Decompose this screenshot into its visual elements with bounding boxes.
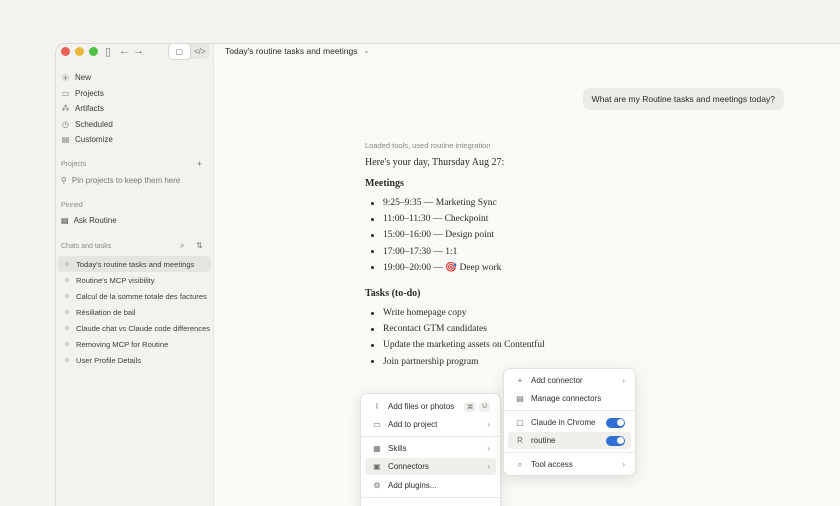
list-item: 9:25–9:35 — Marketing Sync (365, 195, 625, 211)
minimize-window-button[interactable] (75, 47, 84, 56)
chat-mode-icon[interactable]: ▢ (169, 44, 190, 59)
plus-icon: + (61, 72, 70, 83)
list-item: 15:00–16:00 — Design point (365, 227, 625, 243)
chevron-right-icon: › (487, 462, 490, 471)
chat-item[interactable]: User Profile Details (58, 352, 211, 368)
pinned-section-label: Pinned (61, 202, 83, 209)
back-arrow-icon[interactable]: ← (119, 45, 130, 57)
meetings-heading: Meetings (365, 178, 404, 189)
code-mode-icon[interactable]: </> (190, 44, 211, 59)
chevron-down-icon: ⌄ (363, 48, 370, 55)
user-message: What are my Routine tasks and meetings t… (582, 88, 784, 110)
routine-menu-item[interactable]: R routine (508, 432, 631, 449)
mode-switch: ▢ </> (169, 44, 210, 59)
routine-toggle[interactable] (606, 435, 625, 446)
skills-menu-item[interactable]: ▦ Skills › (365, 440, 496, 457)
list-item: 19:00–20:00 — 🎯 Deep work (365, 260, 625, 276)
tool-access-menu-item[interactable]: ⌕ Tool access › (508, 456, 631, 473)
list-item: Write homepage copy (365, 305, 625, 321)
assistant-response: Loaded tools, used routine integration H… (365, 141, 625, 382)
add-files-menu-item[interactable]: ⌇ Add files or photos ⌘ U (365, 398, 496, 415)
routine-icon: R (517, 436, 523, 445)
add-to-project-menu-item[interactable]: ▭ Add to project › (365, 416, 496, 433)
list-item: Recontact GTM candidates (365, 321, 625, 337)
chat-item[interactable]: Today's routine tasks and meetings (58, 256, 211, 272)
folder-icon: ▭ (61, 88, 70, 98)
sidebar-nav: + New ▭ Projects ⁂ Artifacts ◷ Scheduled… (56, 70, 214, 148)
connectors-menu-item[interactable]: ▣ Connectors › (365, 458, 496, 475)
chevron-right-icon: › (487, 420, 490, 429)
claude-in-chrome-toggle[interactable] (606, 417, 625, 428)
chat-item[interactable]: Removing MCP for Routine (58, 336, 211, 352)
chrome-icon: ▢ (516, 418, 524, 427)
folder-icon: ▭ (373, 420, 381, 429)
connectors-submenu: + Add connector › ▤ Manage connectors ▢ … (503, 368, 636, 476)
forward-arrow-icon[interactable]: → (133, 45, 144, 57)
sidebar-item-label: Scheduled (75, 119, 113, 129)
window-controls (61, 47, 98, 56)
manage-connectors-menu-item[interactable]: ▤ Manage connectors (508, 390, 631, 407)
chat-item[interactable]: Routine's MCP visibility (58, 272, 211, 288)
plugin-icon: ⚙ (373, 481, 381, 490)
sidebar-item-label: New (75, 73, 92, 83)
list-item: 11:00–11:30 — Checkpoint (365, 211, 625, 227)
list-item: 17:00–17:30 — 1:1 (365, 244, 625, 260)
claude-in-chrome-menu-item[interactable]: ▢ Claude in Chrome (508, 414, 631, 431)
conversation-title[interactable]: Today's routine tasks and meetings ⌄ (225, 46, 369, 56)
briefcase-icon: ▤ (61, 135, 70, 145)
chat-item[interactable]: Calcul de la somme totale des factures (58, 288, 211, 304)
chevron-right-icon: › (622, 376, 625, 385)
skills-icon: ▦ (373, 444, 381, 453)
artifacts-icon: ⁂ (61, 104, 70, 114)
connectors-icon: ▣ (373, 462, 381, 471)
clock-icon: ◷ (62, 119, 69, 129)
shortcut-keys: ⌘ U (463, 401, 490, 412)
sidebar: ▯ ← → ▢ </> + New ▭ Projects ⁂ Artifacts… (56, 44, 214, 506)
sidebar-item-label: Projects (75, 88, 104, 98)
tasks-list: Write homepage copy Recontact GTM candid… (365, 305, 625, 370)
pinned-item-ask-routine[interactable]: ▤ Ask Routine (61, 216, 117, 225)
sort-icon[interactable]: ⇅ (196, 241, 203, 250)
sidebar-item-artifacts[interactable]: ⁂ Artifacts (56, 101, 214, 117)
project-icon: ▤ (61, 216, 69, 225)
pin-projects-hint: ⚲ Pin projects to keep them here (61, 176, 181, 185)
tools-note[interactable]: Loaded tools, used routine integration (365, 141, 625, 150)
search-icon[interactable]: ⌕ (180, 241, 184, 251)
attach-menu: ⌇ Add files or photos ⌘ U ▭ Add to projec… (360, 393, 501, 506)
search-icon: ⌕ (517, 459, 523, 469)
pin-icon: ⚲ (61, 176, 67, 185)
add-connector-menu-item[interactable]: + Add connector › (508, 372, 631, 389)
chat-list: Today's routine tasks and meetings Routi… (56, 256, 214, 368)
tasks-heading: Tasks (to-do) (365, 287, 421, 299)
chevron-right-icon: › (622, 460, 625, 469)
projects-section-label: Projects (61, 161, 87, 168)
briefcase-icon: ▤ (516, 394, 524, 403)
sidebar-item-projects[interactable]: ▭ Projects (56, 86, 214, 102)
sidebar-item-customize[interactable]: ▤ Customize (56, 132, 214, 148)
sidebar-item-label: Customize (75, 135, 113, 145)
plus-icon: + (517, 376, 523, 385)
list-item: Update the marketing assets on Contentfu… (365, 337, 625, 353)
add-plugins-menu-item[interactable]: ⚙ Add plugins... (365, 477, 496, 494)
maximize-window-button[interactable] (89, 47, 98, 56)
add-project-icon[interactable]: + (197, 159, 202, 169)
chat-item[interactable]: Claude chat vs Claude code differences (58, 320, 211, 336)
sidebar-item-label: Artifacts (75, 104, 104, 114)
sidebar-toggle-icon[interactable]: ▯ (105, 45, 111, 58)
response-intro: Here's your day, Thursday Aug 27: (365, 157, 505, 168)
sidebar-item-new[interactable]: + New (56, 70, 214, 86)
sidebar-item-scheduled[interactable]: ◷ Scheduled (56, 117, 214, 133)
chevron-right-icon: › (487, 444, 490, 453)
close-window-button[interactable] (61, 47, 70, 56)
chats-section-label: Chats and tasks (61, 243, 112, 250)
chat-item[interactable]: Résiliation de bail (58, 304, 211, 320)
paperclip-icon: ⌇ (375, 402, 379, 411)
meetings-list: 9:25–9:35 — Marketing Sync 11:00–11:30 —… (365, 195, 625, 276)
